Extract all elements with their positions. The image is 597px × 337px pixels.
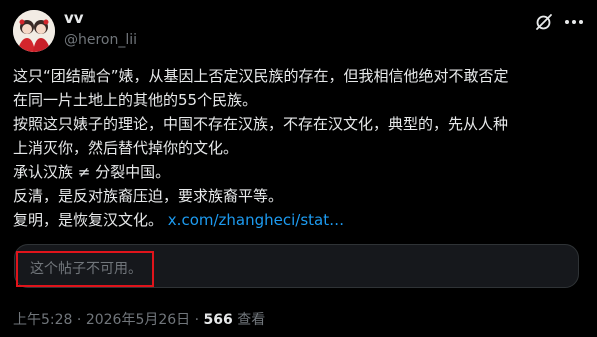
avatar[interactable] [13,10,55,52]
views-count: 566 [203,312,233,328]
author-handle[interactable]: @heron_lii [64,31,137,49]
body-line-with-link: 复明，是恢复汉文化。 x.com/zhangheci/stat… [13,208,587,232]
meta-separator: · [190,312,204,328]
post-link[interactable]: x.com/zhangheci/stat… [168,211,344,229]
body-line: 复明，是恢复汉文化。 [13,211,164,229]
body-line: 这只“团结融合”婊，从基因上否定汉民族的存在，但我相信他绝对不敢否定 [13,67,509,85]
author-name[interactable]: vv [64,9,84,27]
meta-separator: · [72,312,86,328]
post-meta: 上午5:28 · 2026年5月26日 · 566 查看 [13,311,265,329]
views-label: 查看 [237,312,266,328]
post: vv @heron_lii 这只“团结融合”婊，从基因上否定汉民族的存在，但我相… [0,0,597,337]
unavailable-message: 这个帖子不可用。 [30,261,142,277]
body-line: 按照这只婊子的理论，中国不存在汉族，不存在汉文化，典型的，先从人种 [13,115,509,133]
post-body: 这只“团结融合”婊，从基因上否定汉民族的存在，但我相信他绝对不敢否定 在同一片土… [13,64,587,232]
grok-icon[interactable] [534,12,554,32]
post-time[interactable]: 上午5:28 [13,312,72,328]
avatar-image [13,10,55,52]
body-line: 承认汉族 ≠ 分裂中国。 [13,163,171,181]
body-line: 在同一片土地上的其他的55个民族。 [13,91,258,109]
body-line: 反清，是反对族裔压迫，要求族裔平等。 [13,187,284,205]
post-date[interactable]: 2026年5月26日 [86,312,190,328]
body-line: 上消灭你，然后替代掉你的文化。 [13,139,239,157]
more-icon[interactable] [563,12,585,32]
